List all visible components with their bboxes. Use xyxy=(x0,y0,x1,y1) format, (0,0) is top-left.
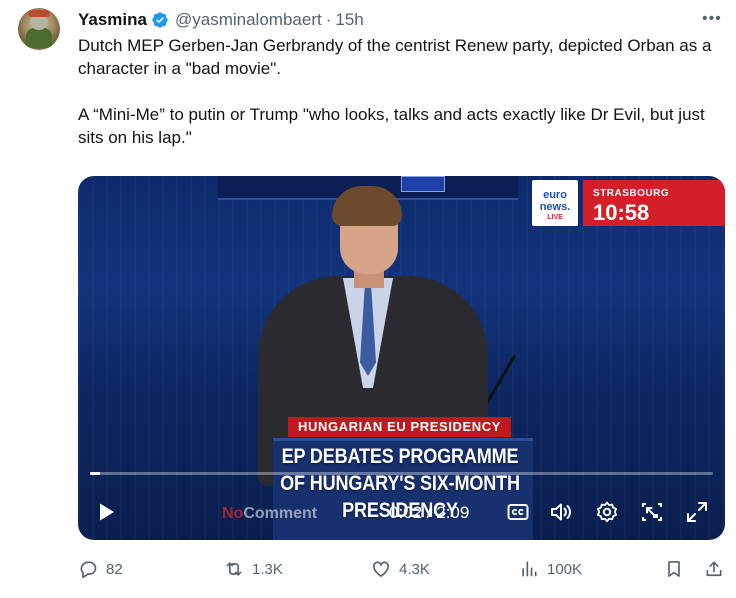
fullscreen-icon[interactable] xyxy=(685,500,709,524)
repost-icon xyxy=(226,562,242,576)
author-name[interactable]: Yasmina xyxy=(78,10,147,30)
avatar-figure-body xyxy=(26,28,52,48)
lower-third-tag: HUNGARIAN EU PRESIDENCY xyxy=(288,417,512,437)
more-icon[interactable]: ••• xyxy=(702,10,722,28)
eu-flag xyxy=(401,176,445,192)
headline-line: EP DEBATES PROGRAMME xyxy=(281,445,519,468)
video-player[interactable]: euro news. LIVE STRASBOURG 10:58 HUNGARI… xyxy=(78,176,725,540)
tweet-paragraph: Dutch MEP Gerben-Jan Gerbrandy of the ce… xyxy=(78,36,712,78)
reply-count: 82 xyxy=(106,560,123,578)
watermark-red: No xyxy=(222,505,244,522)
brand-line2: news. xyxy=(539,201,571,213)
tweet-text: Dutch MEP Gerben-Jan Gerbrandy of the ce… xyxy=(78,34,718,149)
play-icon[interactable] xyxy=(94,500,118,524)
views-icon xyxy=(522,561,537,577)
author-handle[interactable]: @yasminalombaert xyxy=(175,10,322,30)
tweet-header: Yasmina @yasminalombaert · 15h xyxy=(78,10,364,30)
location-time-badge: STRASBOURG 10:58 xyxy=(583,180,725,226)
video-progress-bar[interactable] xyxy=(90,472,713,475)
settings-gear-icon[interactable] xyxy=(595,500,619,524)
header-separator: · xyxy=(325,10,332,29)
watermark-white: Comment xyxy=(243,505,318,522)
bookmark-icon xyxy=(668,561,680,577)
video-progress-fill xyxy=(90,472,100,475)
views-button[interactable]: 100K xyxy=(519,557,582,581)
tweet-paragraph: A “Mini-Me” to putin or Trump "who looks… xyxy=(78,105,705,147)
share-button[interactable] xyxy=(704,557,724,581)
bookmark-button[interactable] xyxy=(664,557,684,581)
views-count: 100K xyxy=(547,560,583,578)
like-count: 4.3K xyxy=(399,560,430,578)
reply-button[interactable]: 82 xyxy=(78,557,123,581)
closed-captions-icon[interactable] xyxy=(506,500,530,524)
nocomment-watermark: NoComment xyxy=(222,505,317,523)
clock-label: 10:58 xyxy=(593,200,650,225)
location-label: STRASBOURG xyxy=(593,188,670,199)
repost-button[interactable]: 1.3K xyxy=(224,557,283,581)
like-button[interactable]: 4.3K xyxy=(371,557,430,581)
reply-icon xyxy=(80,561,97,579)
euronews-logo: euro news. LIVE xyxy=(532,180,578,226)
share-icon xyxy=(706,561,722,577)
volume-icon[interactable] xyxy=(549,500,573,524)
brand-line1: euro xyxy=(543,189,567,201)
tweet-timestamp[interactable]: 15h xyxy=(335,10,363,30)
author-avatar[interactable] xyxy=(18,8,60,50)
repost-count: 1.3K xyxy=(252,560,283,578)
video-time: 0:02 / 2:09 xyxy=(389,503,470,522)
verified-badge-icon xyxy=(152,12,168,28)
tweet-actions: 82 1.3K 4.3K 100K xyxy=(78,557,726,581)
avatar-figure-hat xyxy=(28,10,50,17)
picture-in-picture-icon[interactable] xyxy=(640,500,664,524)
like-icon xyxy=(373,561,389,577)
live-label: LIVE xyxy=(547,214,563,221)
